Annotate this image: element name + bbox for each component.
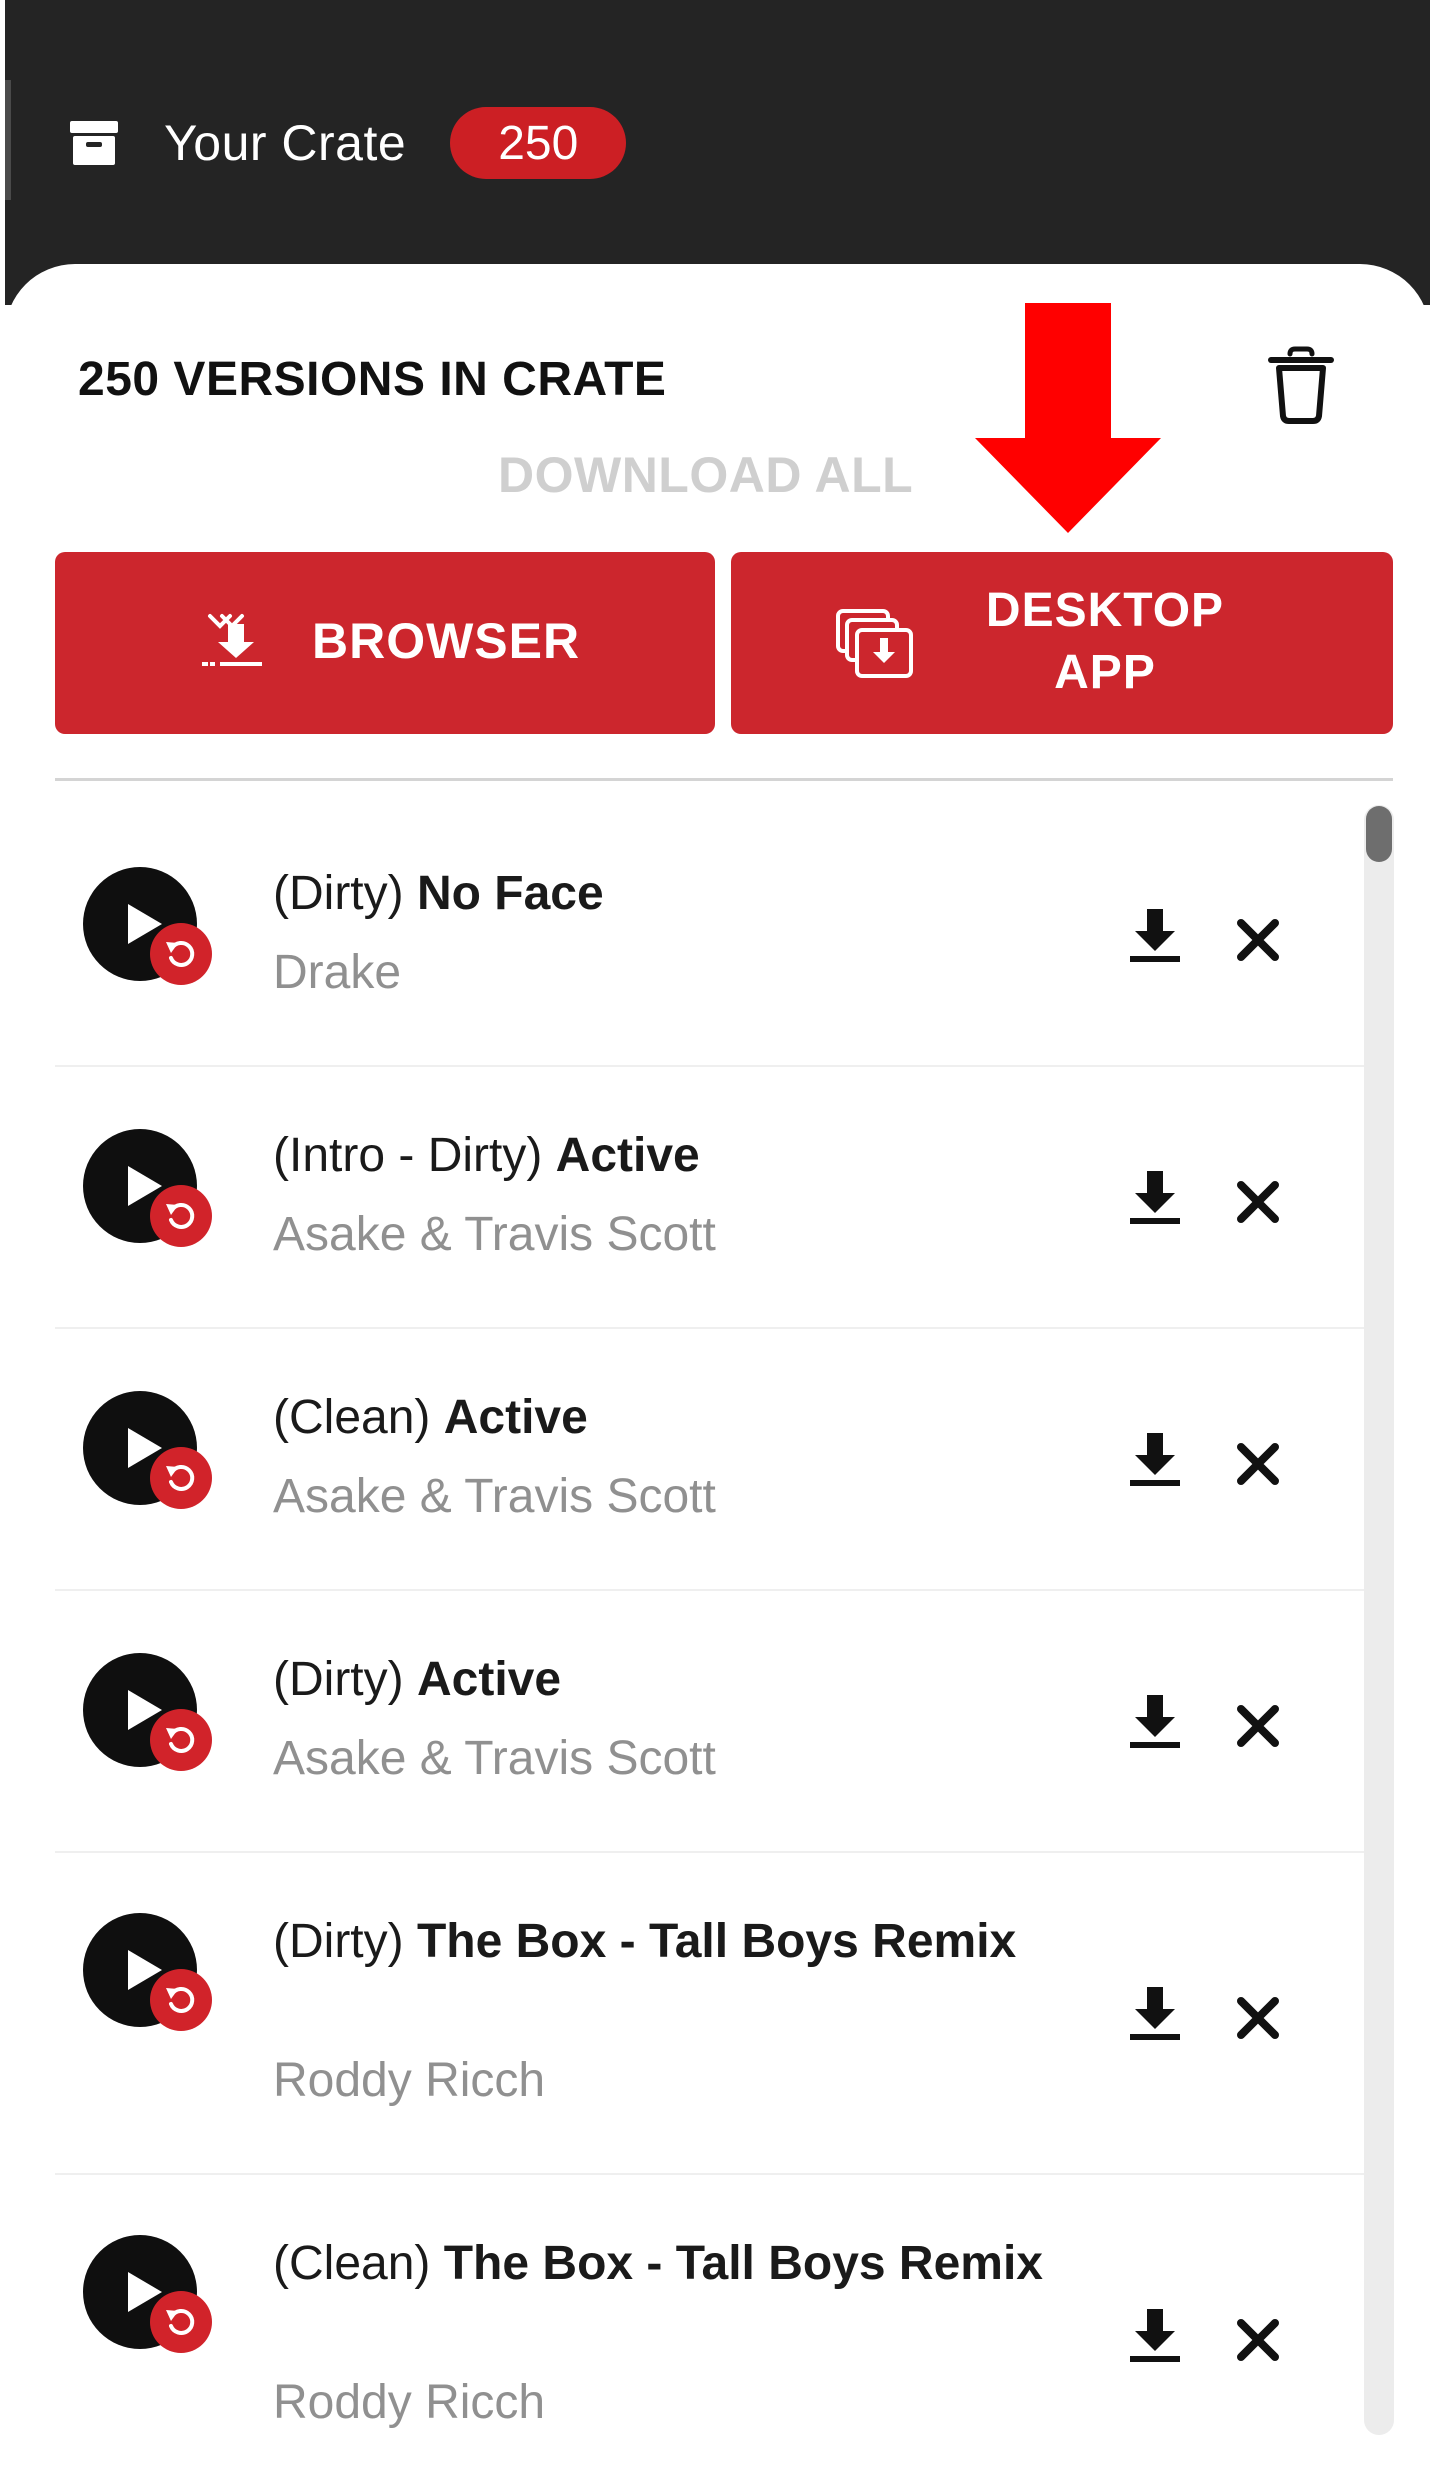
replay-icon — [166, 1464, 195, 1491]
replay-badge[interactable] — [150, 1185, 212, 1247]
scrollbar-thumb[interactable] — [1366, 806, 1392, 862]
browser-button-label: BROWSER — [312, 613, 581, 669]
track-title: (Clean) Active — [273, 1387, 1073, 1449]
replay-icon — [166, 940, 195, 967]
track-artist: Asake & Travis Scott — [273, 1470, 716, 1523]
track-row: (Dirty) No Face Drake — [55, 805, 1364, 1067]
crate-count-badge: 250 — [450, 107, 627, 179]
header-edge-marker — [5, 80, 11, 200]
remove-icon[interactable] — [1235, 1441, 1281, 1487]
track-title: (Dirty) Active — [273, 1649, 1073, 1711]
your-crate-label: Your Crate — [164, 115, 407, 171]
remove-icon[interactable] — [1235, 917, 1281, 963]
browser-download-icon — [202, 614, 262, 666]
track-version: (Intro - Dirty) — [273, 1129, 543, 1182]
track-artist: Roddy Ricch — [273, 2376, 546, 2429]
download-browser-button[interactable]: BROWSER — [55, 552, 715, 734]
replay-icon — [166, 1986, 195, 2013]
archive-box-icon — [70, 121, 118, 165]
track-name: Active — [416, 1653, 562, 1706]
track-row: (Clean) Active Asake & Travis Scott — [55, 1329, 1364, 1591]
track-row: (Intro - Dirty) Active Asake & Travis Sc… — [55, 1067, 1364, 1329]
track-artist: Roddy Ricch — [273, 2054, 546, 2107]
track-title: (Dirty) No Face — [273, 863, 1073, 925]
track-version: (Dirty) — [273, 1915, 404, 1968]
replay-badge[interactable] — [150, 1709, 212, 1771]
track-version: (Dirty) — [273, 867, 404, 920]
remove-icon[interactable] — [1235, 1179, 1281, 1225]
download-icon[interactable] — [1127, 1169, 1183, 1225]
desktop-label-line1: DESKTOP — [985, 584, 1225, 637]
track-version: (Clean) — [273, 1391, 431, 1444]
desktop-label-line2: APP — [1054, 646, 1156, 699]
track-row: (Dirty) The Box - Tall Boys Remix Roddy … — [55, 1853, 1364, 2175]
download-all-label: DOWNLOAD ALL — [498, 447, 914, 503]
download-icon[interactable] — [1127, 1985, 1183, 2041]
track-title: (Dirty) The Box - Tall Boys Remix — [273, 1911, 1073, 1973]
section-divider — [55, 778, 1393, 781]
remove-icon[interactable] — [1235, 1703, 1281, 1749]
track-name: Active — [443, 1391, 588, 1444]
track-artist: Asake & Travis Scott — [273, 1208, 716, 1261]
track-title: (Clean) The Box - Tall Boys Remix — [273, 2233, 1073, 2295]
crate-page: Your Crate 250 250 VERSIONS IN CRATE DOW… — [0, 0, 1430, 2475]
download-icon[interactable] — [1127, 1431, 1183, 1487]
replay-badge[interactable] — [150, 923, 212, 985]
remove-icon[interactable] — [1235, 1995, 1281, 2041]
trash-icon[interactable] — [1266, 346, 1336, 424]
download-desktop-app-button[interactable]: DESKTOP APP — [731, 552, 1393, 734]
track-name: Active — [555, 1129, 700, 1182]
replay-badge[interactable] — [150, 1969, 212, 2031]
track-artist: Asake & Travis Scott — [273, 1732, 716, 1785]
track-name: The Box - Tall Boys Remix — [443, 2237, 1043, 2290]
desktop-app-button-label: DESKTOP APP — [955, 580, 1255, 704]
track-artist: Drake — [273, 946, 402, 999]
replay-badge[interactable] — [150, 2291, 212, 2353]
crate-panel-title: 250 VERSIONS IN CRATE — [78, 353, 667, 406]
track-version: (Clean) — [273, 2237, 431, 2290]
replay-icon — [166, 1202, 195, 1229]
download-icon[interactable] — [1127, 907, 1183, 963]
track-version: (Dirty) — [273, 1653, 404, 1706]
replay-icon — [166, 1726, 195, 1753]
replay-badge[interactable] — [150, 1447, 212, 1509]
download-icon[interactable] — [1127, 1693, 1183, 1749]
red-arrow-annotation — [975, 303, 1161, 533]
track-row: (Clean) The Box - Tall Boys Remix Roddy … — [55, 2175, 1364, 2475]
track-row: (Dirty) Active Asake & Travis Scott — [55, 1591, 1364, 1853]
download-icon[interactable] — [1127, 2307, 1183, 2363]
replay-icon — [166, 2308, 195, 2335]
track-name: No Face — [416, 867, 604, 920]
remove-icon[interactable] — [1235, 2317, 1281, 2363]
desktop-app-download-icon — [836, 609, 913, 678]
track-title: (Intro - Dirty) Active — [273, 1125, 1073, 1187]
your-crate-link[interactable]: Your Crate 250 — [68, 103, 627, 183]
track-name: The Box - Tall Boys Remix — [416, 1915, 1017, 1968]
scrollbar-track[interactable] — [1364, 805, 1394, 2435]
